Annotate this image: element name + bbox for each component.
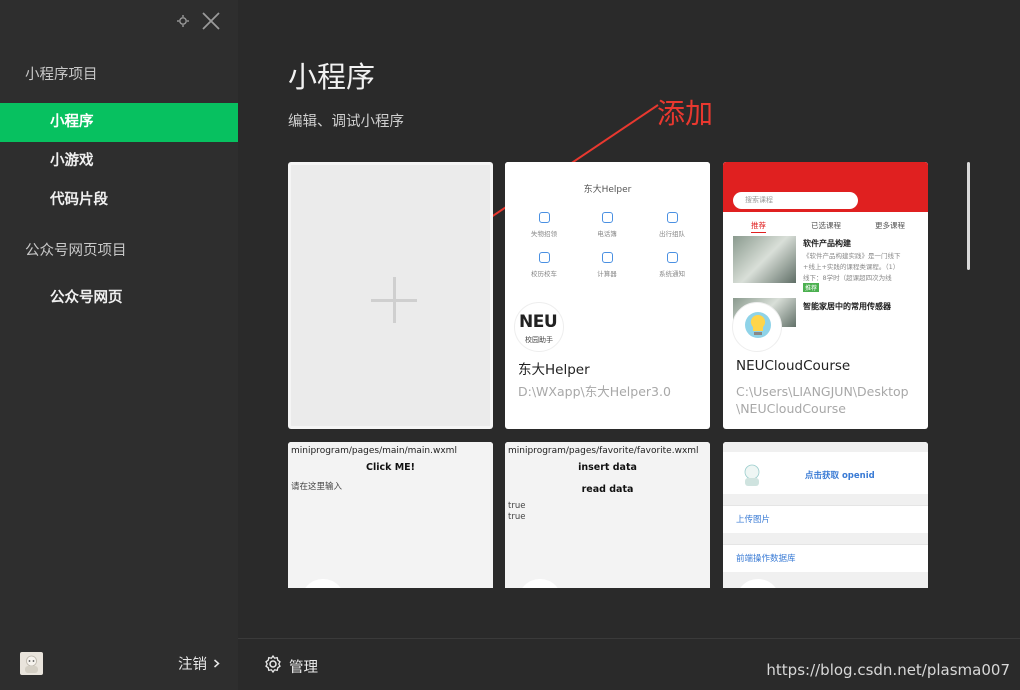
- project-preview: miniprogram/pages/main/main.wxml Click M…: [288, 442, 493, 588]
- project-logo: NEU 校园助手: [514, 302, 564, 352]
- preview-file-path: miniprogram/pages/main/main.wxml: [291, 446, 457, 456]
- preview-insert-text: insert data: [578, 462, 637, 473]
- section-label-web: 公众号网页项目: [25, 243, 127, 259]
- logo-subtext: 校园助手: [525, 336, 553, 344]
- project-preview: miniprogram/pages/favorite/favorite.wxml…: [505, 442, 710, 588]
- preview-cell: 计算器: [577, 252, 637, 278]
- preview-tab: 更多课程: [875, 221, 905, 230]
- watermark: https://blog.csdn.net/plasma007: [766, 661, 1010, 679]
- project-preview: 点击获取 openid 上传图片 前端操作数据库: [723, 442, 928, 588]
- preview-cell: 校历校车: [514, 252, 574, 278]
- course-title: 软件产品构建: [803, 239, 851, 248]
- course-tag: 推荐: [803, 283, 820, 292]
- scrollbar[interactable]: [967, 162, 970, 270]
- preview-title: 东大Helper: [583, 185, 632, 195]
- project-card-helper[interactable]: 东大Helper 失物招领 电话簿 出行组队 校历校车 计算器 系统通知 NEU…: [505, 162, 710, 429]
- nav-item-miniapp[interactable]: 小程序: [0, 103, 238, 142]
- preview-value: true: [508, 501, 526, 511]
- sidebar-footer: 注销: [0, 638, 238, 690]
- nav-item-official-web[interactable]: 公众号网页: [0, 279, 238, 318]
- upload-row-text: 上传图片: [723, 505, 928, 533]
- logo-text: NEU: [519, 312, 558, 332]
- page-subtitle: 编辑、调试小程序: [288, 114, 404, 130]
- project-card-neucloud[interactable]: 搜索课程 推荐 已选课程 更多课程 软件产品构建 《软件产品构建实践》是一门线下…: [723, 162, 928, 429]
- settings-icon[interactable]: [176, 14, 190, 28]
- nav-item-code-snippet[interactable]: 代码片段: [0, 181, 238, 220]
- sidebar: 小程序项目 小程序 小游戏 代码片段 公众号网页项目 公众号网页 注销: [0, 0, 238, 690]
- logout-label: 注销: [178, 657, 207, 673]
- project-path: D:\WXapp\东大Helper3.0: [518, 384, 671, 399]
- close-icon[interactable]: [200, 10, 222, 32]
- project-path: C:\Users\LIANGJUN\Desktop\NEUCloudCourse: [736, 384, 909, 416]
- preview-cell: 失物招领: [514, 212, 574, 238]
- nav-item-minigame[interactable]: 小游戏: [0, 142, 238, 181]
- annotation-label: 添加: [657, 97, 714, 130]
- manage-button[interactable]: 管理: [263, 654, 318, 678]
- main-panel: 小程序 编辑、调试小程序 添加 东大Helper 失物招领 电话簿 出行组队 校…: [238, 0, 1020, 690]
- project-card-openid[interactable]: 点击获取 openid 上传图片 前端操作数据库: [723, 442, 928, 588]
- project-grid: 东大Helper 失物招领 电话簿 出行组队 校历校车 计算器 系统通知 NEU…: [288, 162, 928, 588]
- project-logo: [732, 302, 782, 352]
- course-desc: +线上+实践的课程类课程。（1）: [803, 263, 900, 271]
- course-desc: 《软件产品构建实践》是一门线下: [803, 252, 901, 260]
- page-title: 小程序: [288, 60, 376, 94]
- section-label-miniapp: 小程序项目: [25, 67, 98, 83]
- project-card-main-wxml[interactable]: miniprogram/pages/main/main.wxml Click M…: [288, 442, 493, 588]
- get-openid-text: 点击获取 openid: [805, 471, 875, 481]
- main-footer: 管理 https://blog.csdn.net/plasma007: [238, 638, 1020, 690]
- window-controls: [176, 10, 222, 32]
- chevron-right-icon: [213, 656, 220, 672]
- preview-cell: 系统通知: [642, 252, 702, 278]
- add-project-card[interactable]: [288, 162, 493, 429]
- preview-file-path: miniprogram/pages/favorite/favorite.wxml: [508, 446, 699, 456]
- project-name: NEUCloudCourse: [736, 358, 851, 374]
- preview-search: 搜索课程: [733, 192, 858, 209]
- project-card-favorite-wxml[interactable]: miniprogram/pages/favorite/favorite.wxml…: [505, 442, 710, 588]
- avatar-icon: [744, 464, 760, 486]
- course-desc: 线下：8学时（超课超四次为线: [803, 274, 892, 282]
- preview-value: true: [508, 512, 526, 522]
- course-thumbnail: [733, 236, 796, 283]
- preview-tab: 推荐: [751, 220, 766, 233]
- logout-button[interactable]: 注销: [178, 653, 220, 674]
- preview-tab: 已选课程: [811, 221, 841, 230]
- preview-input-hint: 请在这里输入: [291, 482, 343, 492]
- db-row-text: 前端操作数据库: [723, 544, 928, 572]
- course-title: 智能家居中的常用传感器: [803, 302, 891, 311]
- preview-button-text: Click ME!: [365, 462, 416, 473]
- manage-label: 管理: [289, 659, 318, 676]
- plus-icon: [371, 277, 417, 323]
- preview-cell: 电话簿: [577, 212, 637, 238]
- preview-row: 点击获取 openid: [723, 452, 928, 494]
- project-name: 东大Helper: [518, 362, 590, 378]
- add-card-inner: [291, 165, 490, 426]
- preview-read-text: read data: [581, 484, 634, 495]
- preview-cell: 出行组队: [642, 212, 702, 238]
- gear-icon: [263, 654, 283, 678]
- avatar[interactable]: [20, 652, 43, 675]
